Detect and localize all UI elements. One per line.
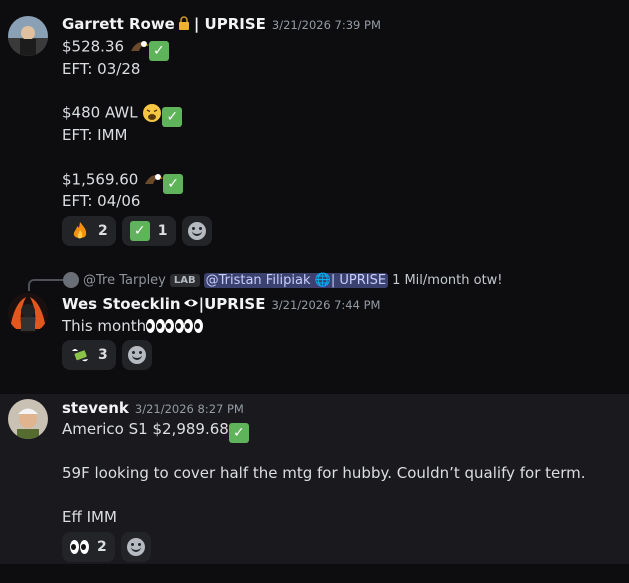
eye-shape bbox=[175, 319, 185, 333]
reaction-eyes[interactable]: 2 bbox=[62, 532, 115, 562]
author-name-text[interactable]: stevenk bbox=[62, 399, 129, 417]
reactions-bar: 2 ✓ 1 bbox=[62, 216, 212, 246]
eyes-icon bbox=[70, 540, 89, 554]
eye-shape bbox=[146, 319, 156, 333]
reactions-bar: 3 bbox=[62, 340, 152, 370]
add-reaction-icon bbox=[187, 222, 206, 240]
reactions-bar: 2 bbox=[62, 532, 151, 562]
reply-text: 1 Mil/month otw! bbox=[392, 272, 503, 288]
author-name-text[interactable]: Wes Stoecklin bbox=[62, 295, 181, 313]
reaction-count: 2 bbox=[97, 539, 107, 555]
message-line-text: This month bbox=[62, 317, 147, 335]
eyes-icon bbox=[165, 319, 185, 333]
mention-suffix[interactable]: | UPRISE bbox=[331, 273, 386, 288]
eye-shape bbox=[165, 319, 175, 333]
reaction-count: 3 bbox=[98, 347, 108, 363]
eye-shape bbox=[184, 319, 194, 333]
white-check-mark-icon: ✓ bbox=[228, 423, 249, 443]
white-check-mark-icon: ✓ bbox=[129, 221, 150, 241]
add-reaction-icon bbox=[127, 346, 146, 364]
avatar-garrett-rowe[interactable] bbox=[8, 16, 48, 56]
message-line: EFT: IMM bbox=[62, 126, 128, 144]
timestamp[interactable]: 3/21/2026 8:27 PM bbox=[135, 402, 244, 416]
author-name[interactable]: Wes Stoecklin |UPRISE 3/21/2026 7:44 PM bbox=[62, 295, 380, 313]
author-name-text[interactable]: Garrett Rowe bbox=[62, 15, 175, 33]
timestamp[interactable]: 3/21/2026 7:39 PM bbox=[272, 18, 381, 32]
fire-icon bbox=[70, 221, 90, 241]
reaction-money-with-wings[interactable]: 3 bbox=[62, 340, 116, 370]
eye-shape bbox=[194, 319, 204, 333]
white-check-mark-icon: ✓ bbox=[162, 106, 183, 127]
eye-icon bbox=[183, 295, 199, 307]
author-suffix: |UPRISE bbox=[198, 295, 266, 313]
add-reaction-icon bbox=[126, 538, 145, 556]
timestamp[interactable]: 3/21/2026 7:44 PM bbox=[271, 298, 380, 312]
lab-tag: LAB bbox=[169, 273, 200, 287]
message-line: This month bbox=[62, 317, 204, 335]
reaction-count: 2 bbox=[98, 223, 108, 239]
message-line-text: $1,569.60 bbox=[62, 170, 139, 189]
mention-text[interactable]: @Tristan Filipiak bbox=[206, 273, 311, 288]
avatar-stevenk[interactable] bbox=[8, 399, 48, 439]
reaction-fire[interactable]: 2 bbox=[62, 216, 116, 246]
lab-tag-text: LAB bbox=[173, 274, 196, 286]
globe-icon: 🌐 bbox=[314, 272, 331, 288]
message-line: $1,569.60 ✓ bbox=[62, 170, 184, 194]
lock-icon bbox=[178, 16, 190, 30]
message-line: Eff IMM bbox=[62, 508, 117, 526]
message-line-text: $528.36 bbox=[62, 37, 125, 56]
reaction-count: 1 bbox=[157, 223, 168, 239]
reply-connector bbox=[28, 279, 64, 291]
message-line: 59F looking to cover half the mtg for hu… bbox=[62, 464, 586, 482]
message-line: EFT: 03/28 bbox=[62, 60, 141, 78]
message-line: $528.36 ✓ bbox=[62, 37, 169, 61]
add-reaction-button[interactable] bbox=[120, 532, 151, 562]
replied-author[interactable]: @Tre Tarpley bbox=[83, 273, 166, 288]
author-name[interactable]: stevenk 3/21/2026 8:27 PM bbox=[62, 399, 244, 417]
tired-face-icon bbox=[142, 103, 162, 123]
add-reaction-button[interactable] bbox=[121, 340, 152, 370]
message-line: $480 AWL ✓ bbox=[62, 103, 183, 127]
replied-avatar[interactable] bbox=[63, 272, 79, 288]
add-reaction-button[interactable] bbox=[181, 216, 212, 246]
eagle-icon bbox=[143, 170, 164, 190]
reaction-check[interactable]: ✓ 1 bbox=[121, 216, 176, 246]
author-suffix: | UPRISE bbox=[193, 15, 266, 33]
eye-shape bbox=[80, 540, 89, 554]
money-with-wings-icon bbox=[70, 345, 90, 365]
message-line-text: Americo S1 $2,989.68 bbox=[62, 420, 229, 438]
mention[interactable]: @Tristan Filipiak 🌐| UPRISE bbox=[203, 272, 389, 288]
white-check-mark-icon: ✓ bbox=[148, 40, 169, 61]
eyes-icon bbox=[184, 319, 204, 333]
avatar-wes-stoecklin[interactable] bbox=[8, 293, 48, 333]
message-line-text: $480 AWL bbox=[62, 103, 138, 122]
message-line: EFT: 04/06 bbox=[62, 192, 141, 210]
eye-shape bbox=[70, 540, 79, 554]
eyes-icon bbox=[146, 319, 166, 333]
author-name[interactable]: Garrett Rowe | UPRISE 3/21/2026 7:39 PM bbox=[62, 15, 381, 33]
reply-preview[interactable]: @Tre Tarpley LAB @Tristan Filipiak 🌐| UP… bbox=[63, 272, 503, 288]
eye-shape bbox=[156, 319, 166, 333]
message-line: Americo S1 $2,989.68 ✓ bbox=[62, 420, 249, 443]
eagle-icon bbox=[129, 37, 149, 57]
white-check-mark-icon: ✓ bbox=[163, 173, 184, 194]
